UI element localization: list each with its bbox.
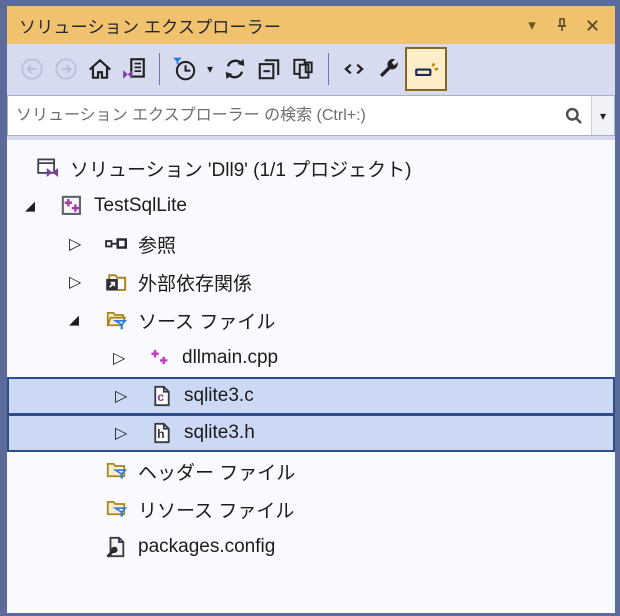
panel-title: ソリューション エクスプローラー: [19, 13, 517, 38]
svg-text:h: h: [157, 427, 164, 441]
tree-item-source-files[interactable]: ◢ ソース ファイル: [7, 301, 615, 339]
search-icon[interactable]: [557, 96, 591, 135]
tree-item-dllmain-cpp[interactable]: ▷ dllmain.cpp: [7, 339, 615, 377]
config-file-icon: [105, 536, 127, 558]
home-button[interactable]: [83, 50, 117, 88]
tree-item-label: packages.config: [138, 536, 275, 558]
forward-icon: [53, 56, 79, 82]
tree-item-label: ソリューション 'Dll9' (1/1 プロジェクト): [70, 155, 412, 182]
expander-collapsed-icon[interactable]: ▷: [107, 423, 151, 443]
references-icon: [105, 233, 127, 255]
forward-button[interactable]: [49, 50, 83, 88]
h-file-icon: h: [151, 422, 173, 444]
filtered-open-folder-icon: [105, 309, 127, 331]
tree-item-label: 参照: [138, 231, 176, 258]
search-options-dropdown[interactable]: ▾: [591, 96, 614, 135]
pending-changes-filter-icon: [172, 56, 198, 82]
tree-item-sqlite3-h[interactable]: ▷ h sqlite3.h: [7, 414, 615, 452]
switch-views-icon: [121, 56, 147, 82]
tree-item-label: sqlite3.c: [184, 385, 254, 407]
svg-text:c: c: [157, 390, 164, 404]
refresh-icon: [222, 56, 248, 82]
expander-collapsed-icon[interactable]: ▷: [107, 386, 151, 406]
chevron-down-icon: ▾: [528, 18, 536, 33]
tree-item-label: TestSqlLite: [94, 195, 187, 217]
filtered-folder-icon: [105, 498, 127, 520]
pin-button[interactable]: [547, 11, 577, 39]
pin-icon: [554, 17, 570, 33]
search-input[interactable]: [8, 96, 557, 135]
tree-item-solution[interactable]: ソリューション 'Dll9' (1/1 プロジェクト): [7, 149, 615, 187]
external-dependencies-icon: [105, 271, 127, 293]
preview-selected-items-icon: [413, 56, 439, 82]
tree-item-resource-files[interactable]: リソース ファイル: [7, 490, 615, 528]
expander-collapsed-icon[interactable]: ▷: [61, 234, 105, 254]
wrench-icon: [375, 56, 401, 82]
back-icon: [19, 56, 45, 82]
window-position-dropdown-button[interactable]: ▾: [517, 11, 547, 39]
toolbar-separator: [159, 53, 160, 85]
show-all-files-button[interactable]: [286, 50, 320, 88]
filter-dropdown-button[interactable]: ▾: [202, 50, 218, 88]
chevron-down-icon: ▾: [600, 109, 606, 123]
filtered-folder-icon: [105, 460, 127, 482]
tree-item-packages-config[interactable]: packages.config: [7, 528, 615, 566]
pending-changes-filter-button[interactable]: [168, 50, 202, 88]
properties-button[interactable]: [371, 50, 405, 88]
tree-item-references[interactable]: ▷ 参照: [7, 225, 615, 263]
home-icon: [87, 56, 113, 82]
tree-item-label: 外部依存関係: [138, 269, 252, 296]
solution-explorer-toolbar: ▾: [7, 44, 615, 94]
expander-collapsed-icon[interactable]: ▷: [105, 348, 149, 368]
tree-item-label: リソース ファイル: [138, 496, 294, 523]
tree-item-label: dllmain.cpp: [182, 347, 278, 369]
refresh-button[interactable]: [218, 50, 252, 88]
code-brackets-icon: [341, 56, 367, 82]
cpp-project-icon: [61, 195, 83, 217]
expander-expanded-icon[interactable]: ◢: [61, 312, 105, 328]
tree-item-external-dependencies[interactable]: ▷ 外部依存関係: [7, 263, 615, 301]
search-box: ▾: [7, 95, 615, 136]
chevron-down-icon: ▾: [207, 62, 213, 76]
tree-item-label: ヘッダー ファイル: [138, 458, 295, 485]
expander-collapsed-icon[interactable]: ▷: [61, 272, 105, 292]
tree-item-sqlite3-c[interactable]: ▷ c sqlite3.c: [7, 377, 615, 415]
collapse-all-button[interactable]: [252, 50, 286, 88]
tree-item-project-testsqllite[interactable]: ◢ TestSqlLite: [7, 187, 615, 225]
close-icon: [585, 18, 600, 33]
view-code-button[interactable]: [337, 50, 371, 88]
toolbar-separator: [328, 53, 329, 85]
solution-icon: [37, 157, 59, 179]
tree-item-header-files[interactable]: ヘッダー ファイル: [7, 452, 615, 490]
panel-title-bar: ソリューション エクスプローラー ▾: [7, 6, 615, 44]
search-row: ▾: [7, 94, 615, 140]
cpp-file-icon: [149, 347, 171, 369]
switch-views-button[interactable]: [117, 50, 151, 88]
preview-selected-items-button[interactable]: [405, 47, 447, 91]
expander-expanded-icon[interactable]: ◢: [17, 198, 61, 214]
solution-tree: ソリューション 'Dll9' (1/1 プロジェクト) ◢ TestSqlLit…: [7, 140, 615, 613]
back-button[interactable]: [15, 50, 49, 88]
tree-item-label: ソース ファイル: [138, 307, 275, 334]
tree-item-label: sqlite3.h: [184, 422, 255, 444]
c-file-icon: c: [151, 385, 173, 407]
collapse-all-icon: [256, 56, 282, 82]
show-all-files-icon: [290, 56, 316, 82]
close-button[interactable]: [577, 11, 607, 39]
solution-explorer-panel: ソリューション エクスプローラー ▾: [0, 0, 620, 616]
